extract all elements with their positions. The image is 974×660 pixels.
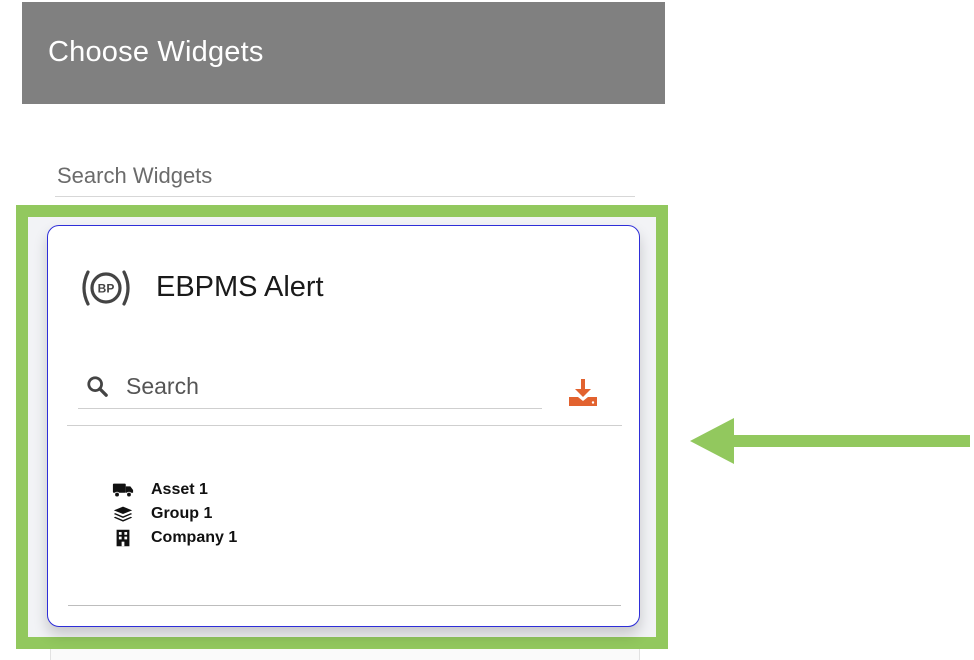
widget-card-ebpms-alert[interactable]: BP EBPMS Alert Search Asset 1 Group 1 Co… xyxy=(47,225,640,627)
target-list: Asset 1 Group 1 Company 1 xyxy=(112,478,237,550)
search-widgets-placeholder: Search Widgets xyxy=(57,163,213,188)
search-icon xyxy=(87,376,108,397)
layers-icon xyxy=(113,506,133,522)
widget-title: EBPMS Alert xyxy=(156,271,324,303)
list-item-label: Company 1 xyxy=(151,529,238,546)
card-footer-divider xyxy=(68,605,621,606)
list-item-label: Asset 1 xyxy=(151,481,208,498)
list-item-asset[interactable]: Asset 1 xyxy=(112,478,237,502)
brake-pad-bp-icon: BP xyxy=(82,270,130,306)
list-item-label: Group 1 xyxy=(151,505,213,522)
search-widgets-input[interactable]: Search Widgets xyxy=(55,160,635,197)
card-search-placeholder: Search xyxy=(126,373,199,399)
left-arrow-icon xyxy=(690,418,970,464)
card-divider xyxy=(67,425,622,426)
svg-text:BP: BP xyxy=(98,282,115,296)
header-bar: Choose Widgets xyxy=(22,2,665,104)
list-item-group[interactable]: Group 1 xyxy=(112,502,237,526)
page-title: Choose Widgets xyxy=(48,36,264,68)
list-item-company[interactable]: Company 1 xyxy=(112,526,237,550)
download-icon[interactable] xyxy=(567,376,599,408)
card-search-input[interactable]: Search xyxy=(78,366,542,409)
truck-icon xyxy=(112,483,134,498)
building-icon xyxy=(116,529,130,547)
next-widget-card-edge xyxy=(50,649,640,660)
choose-widgets-panel: Choose Widgets Search Widgets BP EBPMS A… xyxy=(0,0,974,660)
